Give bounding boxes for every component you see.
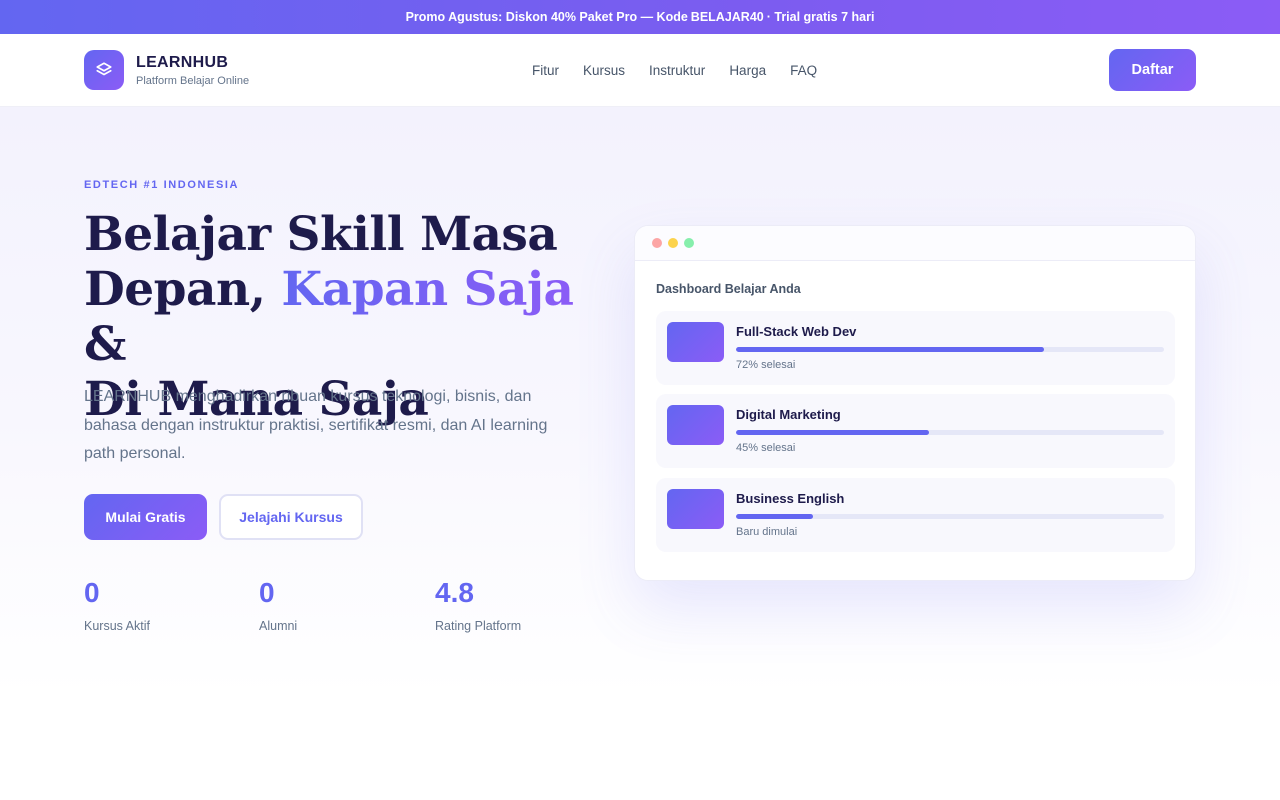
- stat-value: 4.8: [435, 577, 474, 608]
- hero-description: LEARNHUB menghadirkan ribuan kursus tekn…: [84, 388, 548, 462]
- promo-trial-text: · Trial gratis 7 hari: [766, 10, 875, 24]
- headline-line-2-end: &: [84, 317, 126, 372]
- hero-eyebrow: EDTECH #1 INDONESIA: [84, 179, 240, 191]
- dashboard-preview-window: Dashboard Belajar Anda Full-Stack Web De…: [634, 225, 1196, 581]
- stat-alumni: 0 Alumni: [259, 577, 297, 633]
- headline-accent: Kapan Saja: [281, 262, 574, 317]
- course-name: Full-Stack Web Dev: [736, 324, 857, 339]
- course-card[interactable]: Digital Marketing 45% selesai: [656, 394, 1175, 468]
- start-free-button[interactable]: Mulai Gratis: [84, 494, 207, 540]
- signup-button[interactable]: Daftar: [1109, 49, 1196, 91]
- explore-courses-button[interactable]: Jelajahi Kursus: [219, 494, 363, 540]
- progress-track: [736, 430, 1164, 435]
- window-minimize-dot-icon: [668, 238, 678, 248]
- progress-track: [736, 347, 1164, 352]
- progress-track: [736, 514, 1164, 519]
- nav-link-faq[interactable]: FAQ: [790, 63, 817, 78]
- stat-active-courses: 0 Kursus Aktif: [84, 577, 150, 633]
- stat-label: Kursus Aktif: [84, 619, 150, 633]
- stat-rating: 4.8 Rating Platform: [435, 577, 521, 633]
- stat-value: 0: [84, 577, 100, 608]
- nav-link-fitur[interactable]: Fitur: [532, 63, 559, 78]
- brand[interactable]: LEARNHUB Platform Belajar Online: [84, 50, 249, 90]
- headline-line-2-start: Depan,: [84, 262, 266, 317]
- course-thumbnail: [667, 322, 724, 362]
- course-name: Business English: [736, 491, 845, 506]
- progress-fill: [736, 347, 1045, 352]
- stat-label: Rating Platform: [435, 619, 522, 633]
- window-close-dot-icon: [652, 238, 662, 248]
- nav-menu: Fitur Kursus Instruktur Harga FAQ: [532, 34, 817, 107]
- navbar: LEARNHUB Platform Belajar Online Fitur K…: [0, 34, 1280, 107]
- promo-code: BELAJAR40: [690, 10, 764, 24]
- course-card[interactable]: Business English Baru dimulai: [656, 478, 1175, 552]
- nav-link-instruktur[interactable]: Instruktur: [649, 63, 705, 78]
- progress-fill: [736, 514, 814, 519]
- brand-text: LEARNHUB Platform Belajar Online: [136, 54, 249, 87]
- promo-text: Promo Agustus: Diskon 40% Paket Pro — Ko…: [405, 10, 688, 24]
- nav-link-harga[interactable]: Harga: [729, 63, 766, 78]
- promo-banner: Promo Agustus: Diskon 40% Paket Pro — Ko…: [0, 0, 1280, 34]
- stat-label: Alumni: [259, 619, 298, 633]
- course-status: 72% selesai: [736, 359, 796, 371]
- course-name: Digital Marketing: [736, 407, 841, 422]
- window-maximize-dot-icon: [684, 238, 694, 248]
- hero-section: EDTECH #1 INDONESIA Belajar Skill Masa D…: [0, 107, 1280, 800]
- course-thumbnail: [667, 405, 724, 445]
- stat-value: 0: [259, 577, 275, 608]
- progress-fill: [736, 430, 929, 435]
- brand-name: LEARNHUB: [136, 53, 229, 71]
- course-status: Baru dimulai: [736, 526, 798, 538]
- window-title-bar: [635, 226, 1195, 261]
- brand-tagline: Platform Belajar Online: [136, 74, 250, 87]
- course-thumbnail: [667, 489, 724, 529]
- dashboard-title: Dashboard Belajar Anda: [656, 282, 801, 296]
- layers-icon: [84, 50, 124, 90]
- headline-line-1: Belajar Skill Masa: [84, 207, 558, 262]
- course-status: 45% selesai: [736, 442, 796, 454]
- nav-link-kursus[interactable]: Kursus: [583, 63, 625, 78]
- course-card[interactable]: Full-Stack Web Dev 72% selesai: [656, 311, 1175, 385]
